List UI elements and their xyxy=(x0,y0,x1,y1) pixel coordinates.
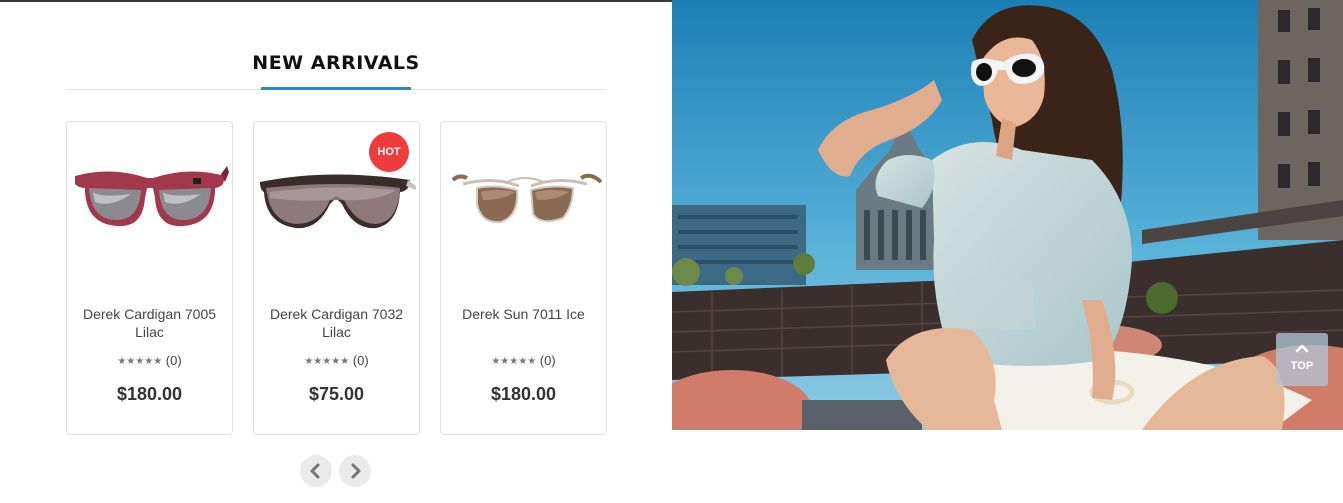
product-card[interactable]: Derek Sun 7011 Ice ★★★★★ (0) $180.00 xyxy=(440,121,607,435)
product-name[interactable]: Derek Sun 7011 Ice xyxy=(447,305,600,323)
rating-stars: ★★★★★ xyxy=(304,356,350,367)
product-name[interactable]: Derek Cardigan 7032 Lilac xyxy=(260,305,413,341)
carousel-next-button[interactable] xyxy=(339,455,371,487)
chevron-left-icon xyxy=(310,463,320,479)
aviator-sunglasses-icon xyxy=(451,173,603,224)
product-rating: ★★★★★ (0) xyxy=(254,353,419,368)
product-card[interactable]: Derek Cardigan 7005 Lilac ★★★★★ (0) $180… xyxy=(66,121,233,435)
product-rating: ★★★★★ (0) xyxy=(67,353,232,368)
rating-count: (0) xyxy=(352,353,369,368)
top-strip xyxy=(0,0,672,2)
product-rating: ★★★★★ (0) xyxy=(441,353,606,368)
product-image[interactable] xyxy=(258,158,416,248)
red-frame-sunglasses-icon xyxy=(75,166,229,227)
shield-sunglasses-icon xyxy=(260,174,416,229)
chevron-right-icon xyxy=(351,463,361,479)
rating-stars: ★★★★★ xyxy=(117,356,163,367)
heading-underline xyxy=(261,87,411,90)
scroll-top-label: TOP xyxy=(1290,360,1314,372)
product-price: $75.00 xyxy=(308,384,365,404)
product-image[interactable] xyxy=(445,158,603,248)
section-heading: NEW ARRIVALS xyxy=(66,50,606,91)
carousel-prev-button[interactable] xyxy=(300,455,332,487)
rating-count: (0) xyxy=(165,353,182,368)
rating-stars: ★★★★★ xyxy=(491,356,537,367)
section-title: NEW ARRIVALS xyxy=(252,52,420,74)
product-name[interactable]: Derek Cardigan 7005 Lilac xyxy=(73,305,226,341)
product-card[interactable]: HOT Derek Cardigan 7032 Lilac ★★★★★ (0) … xyxy=(253,121,420,435)
rating-count: (0) xyxy=(539,353,556,368)
product-price: $180.00 xyxy=(490,384,557,404)
product-image[interactable] xyxy=(71,158,229,248)
banner-photo xyxy=(672,0,1343,430)
chevron-up-icon xyxy=(1295,344,1309,353)
product-price: $180.00 xyxy=(116,384,183,404)
scroll-top-button[interactable]: TOP xyxy=(1276,333,1328,386)
promo-banner[interactable] xyxy=(672,0,1343,430)
